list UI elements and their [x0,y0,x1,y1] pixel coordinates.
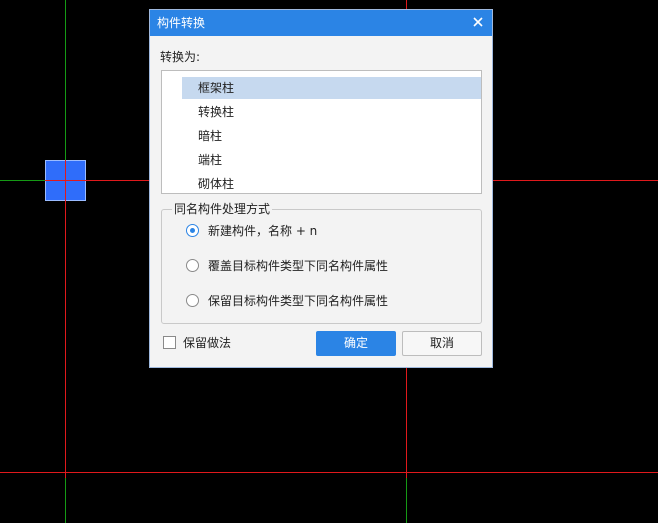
radio-button[interactable] [186,259,199,272]
component-type-list[interactable]: 框架柱 转换柱 暗柱 端柱 砌体柱 [161,70,482,194]
radio-button-checked[interactable] [186,224,199,237]
list-item-kuangjiazhu[interactable]: 框架柱 [182,77,481,99]
radio-label: 保留目标构件类型下同名构件属性 [208,294,389,308]
cancel-button[interactable]: 取消 [402,331,482,356]
keep-method-checkbox[interactable] [163,336,176,349]
ok-button[interactable]: 确定 [316,331,396,356]
list-item-qitizhu[interactable]: 砌体柱 [182,173,481,193]
list-item-zhuanhuanzhu[interactable]: 转换柱 [182,101,481,123]
close-icon[interactable] [470,14,486,30]
dialog-titlebar[interactable]: 构件转换 [150,10,492,36]
radio-label: 新建构件，名称 + n [208,224,318,238]
keep-method-label: 保留做法 [183,336,232,350]
same-name-handling-group: 同名构件处理方式 新建构件，名称 + n 覆盖目标构件类型下同名构件属性 保留目… [161,202,482,324]
list-item-anzhu[interactable]: 暗柱 [182,125,481,147]
group-title: 同名构件处理方式 [172,202,273,217]
component-convert-dialog: 构件转换 转换为: 框架柱 转换柱 暗柱 端柱 砌体柱 同名构件处理方式 新建构… [149,9,493,368]
list-item-duanzhu[interactable]: 端柱 [182,149,481,171]
convert-to-label: 转换为: [160,50,201,64]
radio-label: 覆盖目标构件类型下同名构件属性 [208,259,389,273]
radio-button[interactable] [186,294,199,307]
dialog-title: 构件转换 [157,16,206,30]
